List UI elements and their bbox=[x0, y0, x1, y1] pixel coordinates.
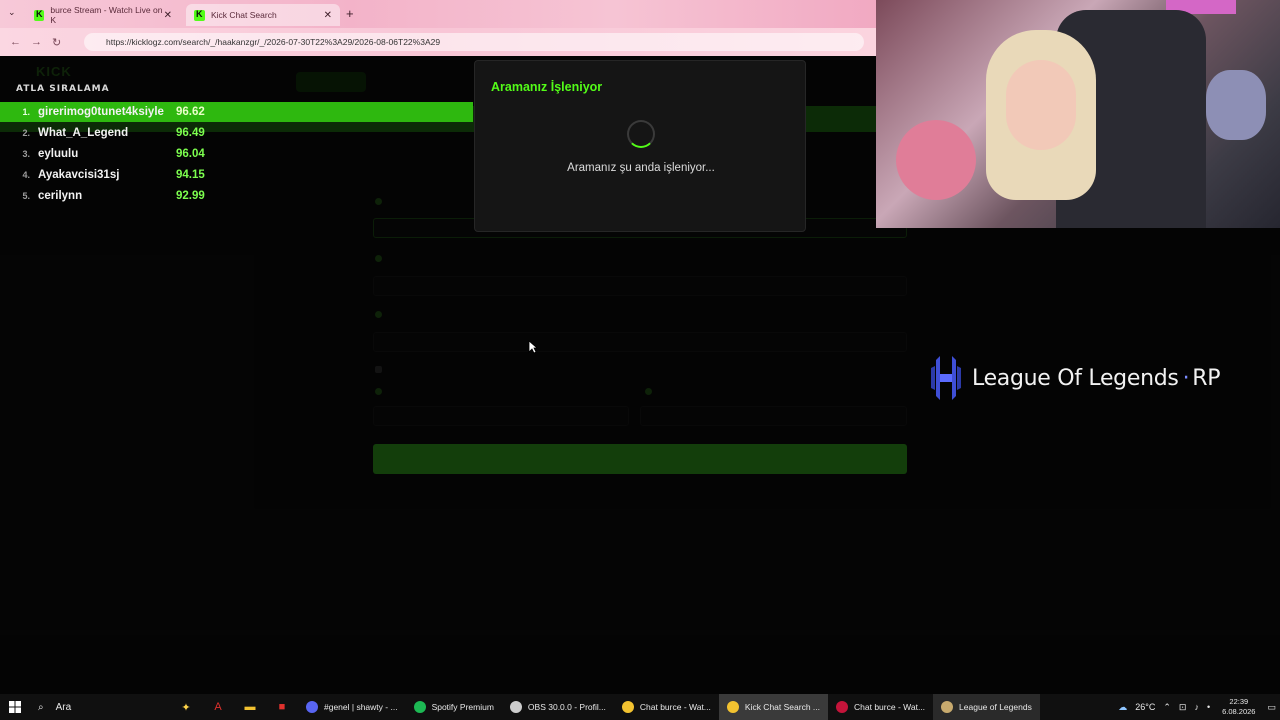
league-rp-logo-icon bbox=[930, 354, 962, 402]
url-input[interactable]: https://kicklogz.com/search/_/haakanzgr/… bbox=[84, 33, 864, 51]
game-brand: League Of Legends · RP bbox=[930, 354, 1221, 402]
back-icon[interactable]: ← bbox=[10, 36, 21, 48]
leaderboard-name: Ayakavcisi31sj bbox=[38, 169, 120, 181]
close-icon[interactable]: ✕ bbox=[164, 10, 172, 21]
search-placeholder: Ara bbox=[55, 701, 72, 713]
modal-title: Aramanız İşleniyor bbox=[491, 80, 603, 94]
taskbar: ⌕ Ara ✦ A ▬ ■ #genel | shawty - ... Spot… bbox=[0, 694, 1280, 720]
leaderboard-name: eyluulu bbox=[38, 148, 79, 160]
tab-label: burce Stream - Watch Live on K bbox=[50, 5, 163, 25]
taskbar-app-label: Kick Chat Search ... bbox=[744, 702, 821, 712]
forward-icon[interactable]: → bbox=[31, 36, 42, 48]
search-icon: ⌕ bbox=[38, 701, 44, 713]
leaderboard-row: 4. Ayakavcisi31sj 94.15 bbox=[0, 165, 260, 185]
new-tab-icon[interactable]: + bbox=[346, 6, 354, 21]
taskbar-app-label: Spotify Premium bbox=[431, 702, 494, 712]
leaderboard-title: ATLA SIRALAMA bbox=[16, 84, 110, 94]
screen: ⌄ burce Stream - Watch Live on K ✕ Kick … bbox=[0, 0, 1280, 720]
leaderboard-rank: 5. bbox=[22, 191, 30, 201]
leaderboard-rank: 2. bbox=[22, 128, 30, 138]
leaderboard-row: 3. eyluulu 96.04 bbox=[0, 144, 260, 164]
leaderboard-row: 5. cerilynn 92.99 bbox=[0, 186, 260, 206]
kick-favicon-icon bbox=[34, 9, 45, 21]
mouse-cursor-icon bbox=[528, 340, 538, 354]
leaderboard-score: 96.62 bbox=[176, 106, 205, 118]
taskbar-app-chrome-kick[interactable]: Kick Chat Search ... bbox=[718, 694, 829, 720]
loading-spinner-icon bbox=[627, 120, 655, 148]
file-explorer-icon[interactable]: ▬ bbox=[234, 694, 266, 720]
tab-label: Kick Chat Search bbox=[211, 10, 277, 20]
taskbar-search[interactable]: ⌕ Ara bbox=[30, 694, 170, 720]
taskbar-app-label: Chat burce - Wat... bbox=[639, 702, 711, 712]
weather-icon[interactable]: ☁ bbox=[1118, 702, 1127, 713]
system-tray: ☁ 26°C ⌃ ⊡ ♪ • 22:39 6.08.2026 ▭ bbox=[1114, 694, 1280, 720]
modal-message: Aramanız şu anda işleniyor... bbox=[567, 162, 715, 174]
notifications-icon[interactable]: ▭ bbox=[1267, 702, 1276, 713]
leaderboard-score: 92.99 bbox=[176, 190, 205, 202]
webcam-plush bbox=[896, 120, 976, 200]
clock-date: 6.08.2026 bbox=[1222, 707, 1256, 716]
taskbar-app-spotify[interactable]: Spotify Premium bbox=[406, 694, 502, 720]
taskbar-app-league[interactable]: League of Legends bbox=[933, 694, 1040, 720]
webcam-feed bbox=[876, 0, 1280, 228]
app-red-icon[interactable]: ■ bbox=[266, 694, 298, 720]
spotify-icon bbox=[413, 701, 426, 713]
brand-suffix: RP bbox=[1192, 365, 1221, 391]
network-icon[interactable]: ⊡ bbox=[1179, 702, 1187, 713]
leaderboard-rank: 3. bbox=[22, 149, 30, 159]
taskbar-app-opera-chat[interactable]: Chat burce - Wat... bbox=[828, 694, 933, 720]
discord-icon bbox=[306, 701, 318, 713]
leaderboard-rank: 4. bbox=[22, 170, 30, 180]
chevron-up-icon[interactable]: ⌃ bbox=[1163, 702, 1171, 713]
browser-tabbar: ⌄ burce Stream - Watch Live on K ✕ Kick … bbox=[0, 0, 876, 28]
brand-name: League Of Legends bbox=[972, 365, 1179, 391]
tab-search-icon[interactable]: ⌄ bbox=[8, 7, 16, 18]
taskbar-app-label: Chat burce - Wat... bbox=[854, 702, 926, 712]
copilot-icon[interactable]: ✦ bbox=[170, 694, 202, 720]
taskbar-app-discord[interactable]: #genel | shawty - ... bbox=[298, 694, 406, 720]
clock-time: 22:39 bbox=[1229, 697, 1249, 706]
mic-icon[interactable]: • bbox=[1207, 702, 1210, 712]
reload-icon[interactable]: ↻ bbox=[52, 36, 61, 49]
url-text: https://kicklogz.com/search/_/haakanzgr/… bbox=[106, 37, 441, 47]
close-icon[interactable]: ✕ bbox=[324, 10, 332, 21]
leaderboard-row: 2. What_A_Legend 96.49 bbox=[0, 123, 260, 143]
brand-separator: · bbox=[1182, 365, 1190, 391]
leaderboard-name: cerilynn bbox=[38, 190, 83, 202]
speaker-icon[interactable]: ♪ bbox=[1194, 702, 1199, 712]
obs-icon bbox=[509, 701, 522, 713]
taskbar-app-label: #genel | shawty - ... bbox=[324, 702, 398, 712]
leaderboard-score: 96.04 bbox=[176, 148, 205, 160]
opera-icon bbox=[836, 701, 849, 713]
leaderboard-name: What_A_Legend bbox=[38, 127, 129, 139]
taskbar-app-label: OBS 30.0.0 - Profil... bbox=[527, 702, 606, 712]
taskbar-app-obs[interactable]: OBS 30.0.0 - Profil... bbox=[502, 694, 614, 720]
windows-start-icon[interactable] bbox=[0, 694, 30, 720]
webcam-plush bbox=[1206, 70, 1266, 140]
kick-favicon-icon bbox=[194, 9, 205, 21]
webcam-face bbox=[1006, 60, 1076, 150]
chrome-icon bbox=[726, 701, 739, 713]
leaderboard-rank: 1. bbox=[22, 107, 30, 117]
leaderboard-name: girerimog0tunet4ksiyle bbox=[38, 106, 164, 118]
tab-kick-chat-search[interactable]: Kick Chat Search ✕ bbox=[186, 4, 340, 26]
tab-burce-stream[interactable]: burce Stream - Watch Live on K ✕ bbox=[26, 4, 180, 26]
clock[interactable]: 22:39 6.08.2026 bbox=[1222, 697, 1255, 717]
adobe-icon[interactable]: A bbox=[202, 694, 234, 720]
weather-temp[interactable]: 26°C bbox=[1135, 702, 1155, 712]
processing-modal: Aramanız İşleniyor Aramanız şu anda işle… bbox=[474, 60, 806, 232]
browser-addressbar: ← → ↻ https://kicklogz.com/search/_/haak… bbox=[0, 28, 876, 56]
taskbar-app-label: League of Legends bbox=[959, 702, 1032, 712]
leaderboard-score: 96.49 bbox=[176, 127, 205, 139]
chrome-icon bbox=[621, 701, 634, 713]
leaderboard-row: 1. girerimog0tunet4ksiyle 96.62 bbox=[0, 102, 473, 122]
lol-icon bbox=[941, 701, 954, 713]
leaderboard-score: 94.15 bbox=[176, 169, 205, 181]
taskbar-app-chrome-chat[interactable]: Chat burce - Wat... bbox=[614, 694, 719, 720]
